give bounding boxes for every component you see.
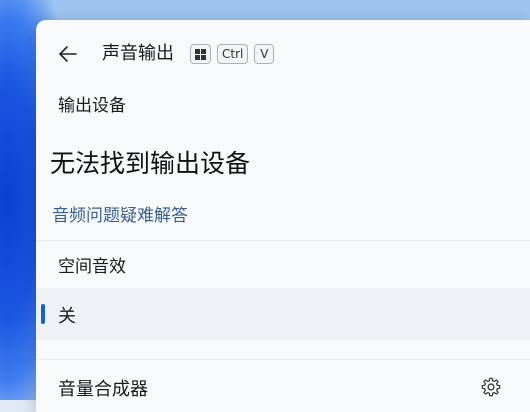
divider <box>36 240 530 241</box>
ctrl-key: Ctrl <box>217 44 249 64</box>
volume-mixer-label: 音量合成器 <box>58 379 148 400</box>
gear-icon[interactable] <box>480 376 502 398</box>
no-device-message: 无法找到输出设备 <box>50 149 251 178</box>
panel-header: 声音输出 Ctrl V <box>36 20 530 84</box>
output-device-label: 输出设备 <box>58 96 126 116</box>
selection-indicator <box>41 304 45 324</box>
troubleshoot-link[interactable]: 音频问题疑难解答 <box>52 201 188 226</box>
spatial-audio-option-off[interactable]: 关 <box>36 288 530 340</box>
v-key: V <box>254 44 275 64</box>
volume-mixer-row[interactable]: 音量合成器 <box>36 360 530 412</box>
windows-key-icon <box>195 48 206 60</box>
windows-key <box>190 44 211 64</box>
page-title: 声音输出 <box>102 43 174 64</box>
sound-output-panel: 声音输出 Ctrl V 输出设备 无法找到输出设备 音频问题疑难解答 空间音效 … <box>36 20 530 412</box>
keyboard-shortcut-hint: Ctrl V <box>190 44 275 64</box>
option-label: 关 <box>58 306 76 327</box>
arrow-left-icon <box>59 46 77 62</box>
spatial-audio-label: 空间音效 <box>58 257 126 277</box>
back-button[interactable] <box>54 40 82 68</box>
